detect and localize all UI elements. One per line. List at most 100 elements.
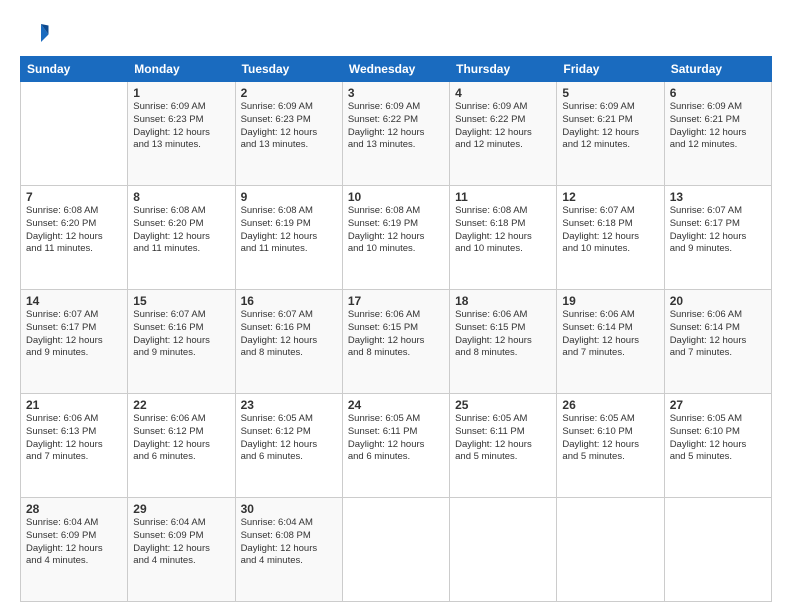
page: Sunday Monday Tuesday Wednesday Thursday… (0, 0, 792, 612)
cell-day-number: 12 (562, 190, 658, 204)
logo (20, 18, 52, 48)
table-row: 25Sunrise: 6:05 AM Sunset: 6:11 PM Dayli… (450, 394, 557, 498)
cell-info: Sunrise: 6:04 AM Sunset: 6:09 PM Dayligh… (26, 517, 122, 568)
cell-day-number: 11 (455, 190, 551, 204)
cell-info: Sunrise: 6:09 AM Sunset: 6:22 PM Dayligh… (455, 101, 551, 152)
calendar-week-row: 28Sunrise: 6:04 AM Sunset: 6:09 PM Dayli… (21, 498, 772, 602)
cell-info: Sunrise: 6:06 AM Sunset: 6:12 PM Dayligh… (133, 413, 229, 464)
cell-day-number: 21 (26, 398, 122, 412)
cell-day-number: 24 (348, 398, 444, 412)
cell-info: Sunrise: 6:07 AM Sunset: 6:16 PM Dayligh… (241, 309, 337, 360)
table-row: 15Sunrise: 6:07 AM Sunset: 6:16 PM Dayli… (128, 290, 235, 394)
cell-info: Sunrise: 6:06 AM Sunset: 6:15 PM Dayligh… (348, 309, 444, 360)
cell-day-number: 4 (455, 86, 551, 100)
cell-info: Sunrise: 6:06 AM Sunset: 6:14 PM Dayligh… (670, 309, 766, 360)
cell-info: Sunrise: 6:09 AM Sunset: 6:21 PM Dayligh… (670, 101, 766, 152)
table-row: 2Sunrise: 6:09 AM Sunset: 6:23 PM Daylig… (235, 82, 342, 186)
cell-info: Sunrise: 6:08 AM Sunset: 6:18 PM Dayligh… (455, 205, 551, 256)
cell-day-number: 5 (562, 86, 658, 100)
cell-day-number: 27 (670, 398, 766, 412)
cell-info: Sunrise: 6:07 AM Sunset: 6:18 PM Dayligh… (562, 205, 658, 256)
cell-day-number: 18 (455, 294, 551, 308)
cell-info: Sunrise: 6:06 AM Sunset: 6:15 PM Dayligh… (455, 309, 551, 360)
calendar-week-row: 14Sunrise: 6:07 AM Sunset: 6:17 PM Dayli… (21, 290, 772, 394)
table-row: 20Sunrise: 6:06 AM Sunset: 6:14 PM Dayli… (664, 290, 771, 394)
cell-day-number: 20 (670, 294, 766, 308)
table-row: 9Sunrise: 6:08 AM Sunset: 6:19 PM Daylig… (235, 186, 342, 290)
cell-info: Sunrise: 6:09 AM Sunset: 6:23 PM Dayligh… (241, 101, 337, 152)
cell-day-number: 15 (133, 294, 229, 308)
cell-day-number: 28 (26, 502, 122, 516)
table-row: 5Sunrise: 6:09 AM Sunset: 6:21 PM Daylig… (557, 82, 664, 186)
cell-day-number: 29 (133, 502, 229, 516)
table-row (21, 82, 128, 186)
table-row: 21Sunrise: 6:06 AM Sunset: 6:13 PM Dayli… (21, 394, 128, 498)
col-wednesday: Wednesday (342, 57, 449, 82)
table-row: 11Sunrise: 6:08 AM Sunset: 6:18 PM Dayli… (450, 186, 557, 290)
cell-day-number: 19 (562, 294, 658, 308)
table-row (450, 498, 557, 602)
cell-info: Sunrise: 6:05 AM Sunset: 6:11 PM Dayligh… (455, 413, 551, 464)
header (20, 18, 772, 48)
table-row: 10Sunrise: 6:08 AM Sunset: 6:19 PM Dayli… (342, 186, 449, 290)
table-row: 14Sunrise: 6:07 AM Sunset: 6:17 PM Dayli… (21, 290, 128, 394)
table-row (342, 498, 449, 602)
col-tuesday: Tuesday (235, 57, 342, 82)
cell-day-number: 2 (241, 86, 337, 100)
calendar-week-row: 7Sunrise: 6:08 AM Sunset: 6:20 PM Daylig… (21, 186, 772, 290)
table-row: 3Sunrise: 6:09 AM Sunset: 6:22 PM Daylig… (342, 82, 449, 186)
table-row: 29Sunrise: 6:04 AM Sunset: 6:09 PM Dayli… (128, 498, 235, 602)
cell-info: Sunrise: 6:08 AM Sunset: 6:20 PM Dayligh… (26, 205, 122, 256)
cell-info: Sunrise: 6:08 AM Sunset: 6:19 PM Dayligh… (241, 205, 337, 256)
table-row: 1Sunrise: 6:09 AM Sunset: 6:23 PM Daylig… (128, 82, 235, 186)
cell-info: Sunrise: 6:05 AM Sunset: 6:11 PM Dayligh… (348, 413, 444, 464)
cell-info: Sunrise: 6:04 AM Sunset: 6:08 PM Dayligh… (241, 517, 337, 568)
table-row: 27Sunrise: 6:05 AM Sunset: 6:10 PM Dayli… (664, 394, 771, 498)
table-row: 24Sunrise: 6:05 AM Sunset: 6:11 PM Dayli… (342, 394, 449, 498)
cell-day-number: 9 (241, 190, 337, 204)
table-row: 18Sunrise: 6:06 AM Sunset: 6:15 PM Dayli… (450, 290, 557, 394)
table-row: 6Sunrise: 6:09 AM Sunset: 6:21 PM Daylig… (664, 82, 771, 186)
cell-day-number: 16 (241, 294, 337, 308)
cell-day-number: 17 (348, 294, 444, 308)
col-friday: Friday (557, 57, 664, 82)
table-row (557, 498, 664, 602)
cell-info: Sunrise: 6:04 AM Sunset: 6:09 PM Dayligh… (133, 517, 229, 568)
col-monday: Monday (128, 57, 235, 82)
cell-info: Sunrise: 6:07 AM Sunset: 6:17 PM Dayligh… (26, 309, 122, 360)
table-row: 19Sunrise: 6:06 AM Sunset: 6:14 PM Dayli… (557, 290, 664, 394)
logo-icon (20, 18, 50, 48)
cell-info: Sunrise: 6:07 AM Sunset: 6:17 PM Dayligh… (670, 205, 766, 256)
col-thursday: Thursday (450, 57, 557, 82)
calendar-header-row: Sunday Monday Tuesday Wednesday Thursday… (21, 57, 772, 82)
cell-info: Sunrise: 6:05 AM Sunset: 6:12 PM Dayligh… (241, 413, 337, 464)
table-row: 12Sunrise: 6:07 AM Sunset: 6:18 PM Dayli… (557, 186, 664, 290)
table-row: 4Sunrise: 6:09 AM Sunset: 6:22 PM Daylig… (450, 82, 557, 186)
cell-info: Sunrise: 6:08 AM Sunset: 6:19 PM Dayligh… (348, 205, 444, 256)
cell-info: Sunrise: 6:05 AM Sunset: 6:10 PM Dayligh… (670, 413, 766, 464)
col-saturday: Saturday (664, 57, 771, 82)
cell-day-number: 30 (241, 502, 337, 516)
table-row: 8Sunrise: 6:08 AM Sunset: 6:20 PM Daylig… (128, 186, 235, 290)
cell-day-number: 6 (670, 86, 766, 100)
table-row: 13Sunrise: 6:07 AM Sunset: 6:17 PM Dayli… (664, 186, 771, 290)
table-row: 22Sunrise: 6:06 AM Sunset: 6:12 PM Dayli… (128, 394, 235, 498)
cell-day-number: 10 (348, 190, 444, 204)
table-row: 7Sunrise: 6:08 AM Sunset: 6:20 PM Daylig… (21, 186, 128, 290)
cell-info: Sunrise: 6:05 AM Sunset: 6:10 PM Dayligh… (562, 413, 658, 464)
cell-info: Sunrise: 6:06 AM Sunset: 6:13 PM Dayligh… (26, 413, 122, 464)
cell-day-number: 13 (670, 190, 766, 204)
table-row: 17Sunrise: 6:06 AM Sunset: 6:15 PM Dayli… (342, 290, 449, 394)
cell-info: Sunrise: 6:09 AM Sunset: 6:23 PM Dayligh… (133, 101, 229, 152)
cell-day-number: 1 (133, 86, 229, 100)
cell-day-number: 8 (133, 190, 229, 204)
logo-wrapper (20, 18, 52, 48)
cell-info: Sunrise: 6:09 AM Sunset: 6:21 PM Dayligh… (562, 101, 658, 152)
calendar-week-row: 1Sunrise: 6:09 AM Sunset: 6:23 PM Daylig… (21, 82, 772, 186)
cell-day-number: 22 (133, 398, 229, 412)
cell-day-number: 7 (26, 190, 122, 204)
table-row: 28Sunrise: 6:04 AM Sunset: 6:09 PM Dayli… (21, 498, 128, 602)
cell-day-number: 25 (455, 398, 551, 412)
cell-info: Sunrise: 6:06 AM Sunset: 6:14 PM Dayligh… (562, 309, 658, 360)
table-row: 26Sunrise: 6:05 AM Sunset: 6:10 PM Dayli… (557, 394, 664, 498)
